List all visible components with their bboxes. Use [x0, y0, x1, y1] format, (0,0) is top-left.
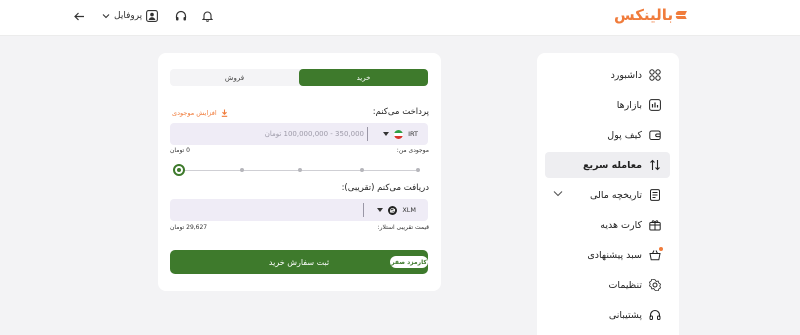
sidebar-item-label: کارت هدیه	[600, 219, 642, 231]
caret-down-icon	[377, 208, 384, 212]
quick-trade-card: فروش خرید پرداخت می‌کنم: افزایش موجودی I…	[158, 53, 441, 291]
profile-label: پروفایل	[114, 11, 143, 21]
pay-amount-field[interactable]: IRT 350,000 - 100,000,000 تومان	[170, 123, 428, 145]
history-icon	[648, 188, 662, 202]
swap-icon	[648, 158, 662, 172]
receive-currency-select[interactable]: XLM	[377, 199, 416, 221]
caret-down-icon	[383, 132, 390, 136]
sidebar-item-gift-card[interactable]: کارت هدیه	[545, 212, 670, 238]
amount-slider-handle[interactable]	[173, 164, 185, 176]
slider-step-75[interactable]	[360, 168, 364, 172]
chevron-down-icon	[102, 13, 110, 19]
gift-card-icon	[648, 218, 662, 232]
sidebar: داشبورد بازارها کیف پول معامله سریع تاری…	[537, 53, 679, 335]
stellar-coin-icon	[388, 205, 398, 215]
arrow-left-icon[interactable]	[74, 12, 85, 21]
sidebar-item-label: کیف پول	[607, 129, 642, 141]
headset-icon[interactable]	[175, 10, 187, 22]
settings-icon	[648, 278, 662, 292]
sidebar-item-label: تنظیمات	[608, 279, 642, 291]
sidebar-item-settings[interactable]: تنظیمات	[545, 272, 670, 298]
basket-icon	[648, 247, 663, 262]
profile-menu[interactable]: پروفایل	[102, 10, 159, 22]
increase-balance-label: افزایش موجودی	[172, 109, 217, 117]
sidebar-item-wallet[interactable]: کیف پول	[545, 122, 670, 148]
header-actions: پروفایل	[74, 8, 214, 24]
sidebar-item-label: داشبورد	[610, 69, 642, 81]
top-header: بالینکس پروفایل	[0, 0, 800, 36]
submit-label: ثبت سفارش خرید	[268, 257, 330, 267]
receive-currency-code: XLM	[402, 206, 416, 214]
field-divider	[363, 203, 364, 217]
market-icon	[648, 98, 662, 112]
pay-label: پرداخت می‌کنم:	[372, 107, 429, 117]
sidebar-item-label: معامله سریع	[583, 159, 642, 171]
logo[interactable]: بالینکس	[614, 6, 686, 24]
notification-dot	[659, 247, 663, 251]
sidebar-item-suggested-basket[interactable]: سبد پیشنهادی	[545, 242, 670, 268]
receive-amount-field[interactable]: XLM	[170, 199, 428, 221]
sidebar-item-dashboard[interactable]: داشبورد	[545, 62, 670, 88]
support-icon	[648, 308, 662, 322]
dashboard-icon	[648, 68, 662, 82]
sidebar-item-markets[interactable]: بازارها	[545, 92, 670, 118]
sidebar-item-quick-trade[interactable]: معامله سریع	[545, 152, 670, 178]
logo-mark-icon	[676, 11, 686, 19]
balance-label: موجودی من:	[396, 147, 429, 154]
sidebar-item-label: سبد پیشنهادی	[587, 249, 642, 261]
pay-amount-placeholder: 350,000 - 100,000,000 تومان	[264, 130, 364, 138]
user-icon	[146, 10, 159, 22]
tab-sell[interactable]: فروش	[170, 69, 299, 86]
slider-step-50[interactable]	[298, 168, 302, 172]
field-divider	[367, 127, 368, 141]
bell-icon[interactable]	[202, 10, 214, 22]
trade-tabs: فروش خرید	[170, 69, 428, 86]
sidebar-item-financial-history[interactable]: تاریخچه مالی	[545, 182, 670, 208]
pay-currency-select[interactable]: IRT	[383, 123, 418, 145]
pay-currency-code: IRT	[408, 130, 418, 138]
download-icon	[221, 109, 227, 117]
tab-buy[interactable]: خرید	[299, 69, 428, 86]
slider-step-25[interactable]	[240, 168, 244, 172]
price-label: قیمت تقریبی استلار:	[377, 224, 429, 231]
wallet-icon	[648, 128, 662, 142]
sidebar-item-label: بازارها	[616, 99, 642, 111]
sidebar-item-label: پشتیبانی	[608, 309, 642, 321]
increase-balance-link[interactable]: افزایش موجودی	[172, 109, 228, 117]
receive-label: دریافت می‌کنم (تقریبی):	[341, 183, 429, 193]
chevron-down-icon[interactable]	[553, 189, 563, 200]
sidebar-item-support[interactable]: پشتیبانی	[545, 302, 670, 328]
logo-text: بالینکس	[614, 6, 674, 24]
slider-step-100[interactable]	[416, 168, 420, 172]
balance-value: 0 تومان	[170, 147, 190, 154]
sidebar-item-label: تاریخچه مالی	[590, 189, 642, 201]
price-value: 29,627 تومان	[170, 224, 208, 231]
zero-fee-badge: کارمزد صفر	[390, 256, 428, 268]
iran-flag-icon	[394, 129, 404, 139]
